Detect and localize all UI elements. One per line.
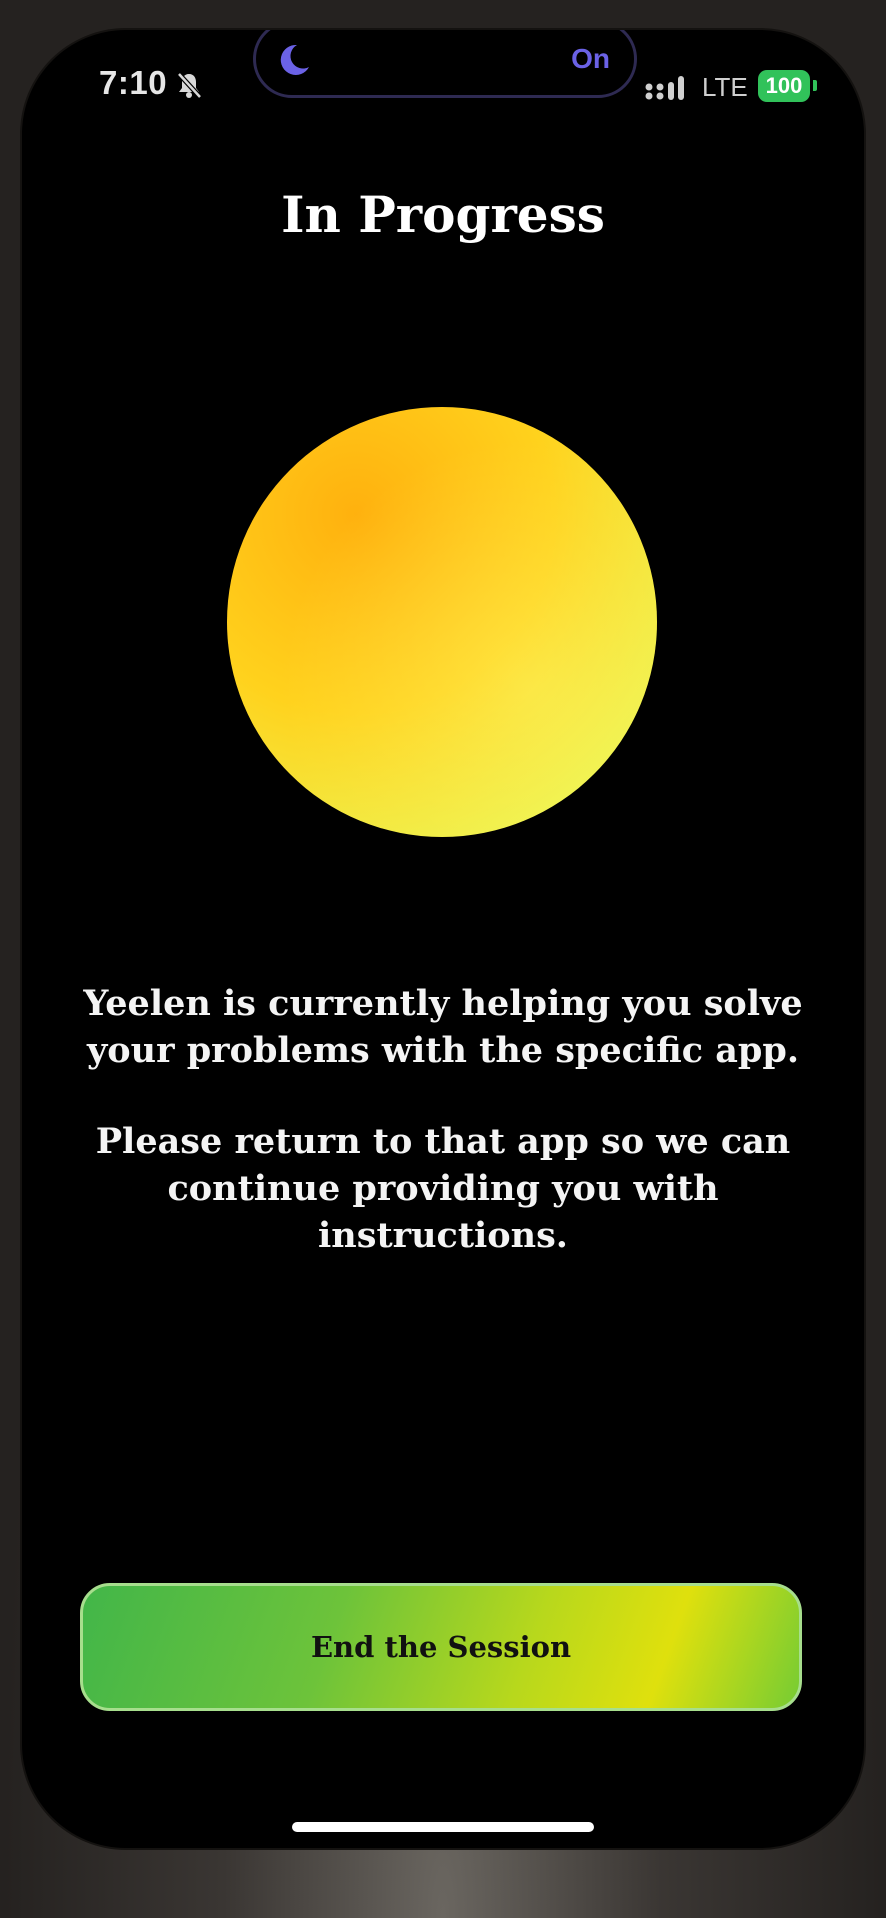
cellular-signal-icon xyxy=(645,76,684,100)
instruction-message: Please return to that app so we can cont… xyxy=(95,1121,791,1256)
orb-highlight xyxy=(227,407,657,837)
end-session-button[interactable]: End the Session xyxy=(80,1583,802,1711)
status-time: 7:10 xyxy=(99,64,168,101)
progress-orb xyxy=(227,407,657,837)
bell-slash-icon xyxy=(177,72,202,99)
moon-icon xyxy=(280,44,309,75)
network-type: LTE xyxy=(702,72,748,102)
page-title: In Progress xyxy=(281,185,605,244)
dynamic-island-focus[interactable]: On xyxy=(253,30,637,98)
battery-indicator: 100 xyxy=(758,70,810,102)
status-message: Yeelen is currently helping you solve yo… xyxy=(83,983,803,1071)
phone-screen: 7:10 On LTE 100 In Progress Yeelen is cu… xyxy=(22,30,864,1848)
focus-state-label: On xyxy=(571,43,610,74)
end-session-label: End the Session xyxy=(310,1630,572,1664)
battery-tip xyxy=(813,80,817,91)
home-indicator[interactable] xyxy=(292,1822,594,1832)
